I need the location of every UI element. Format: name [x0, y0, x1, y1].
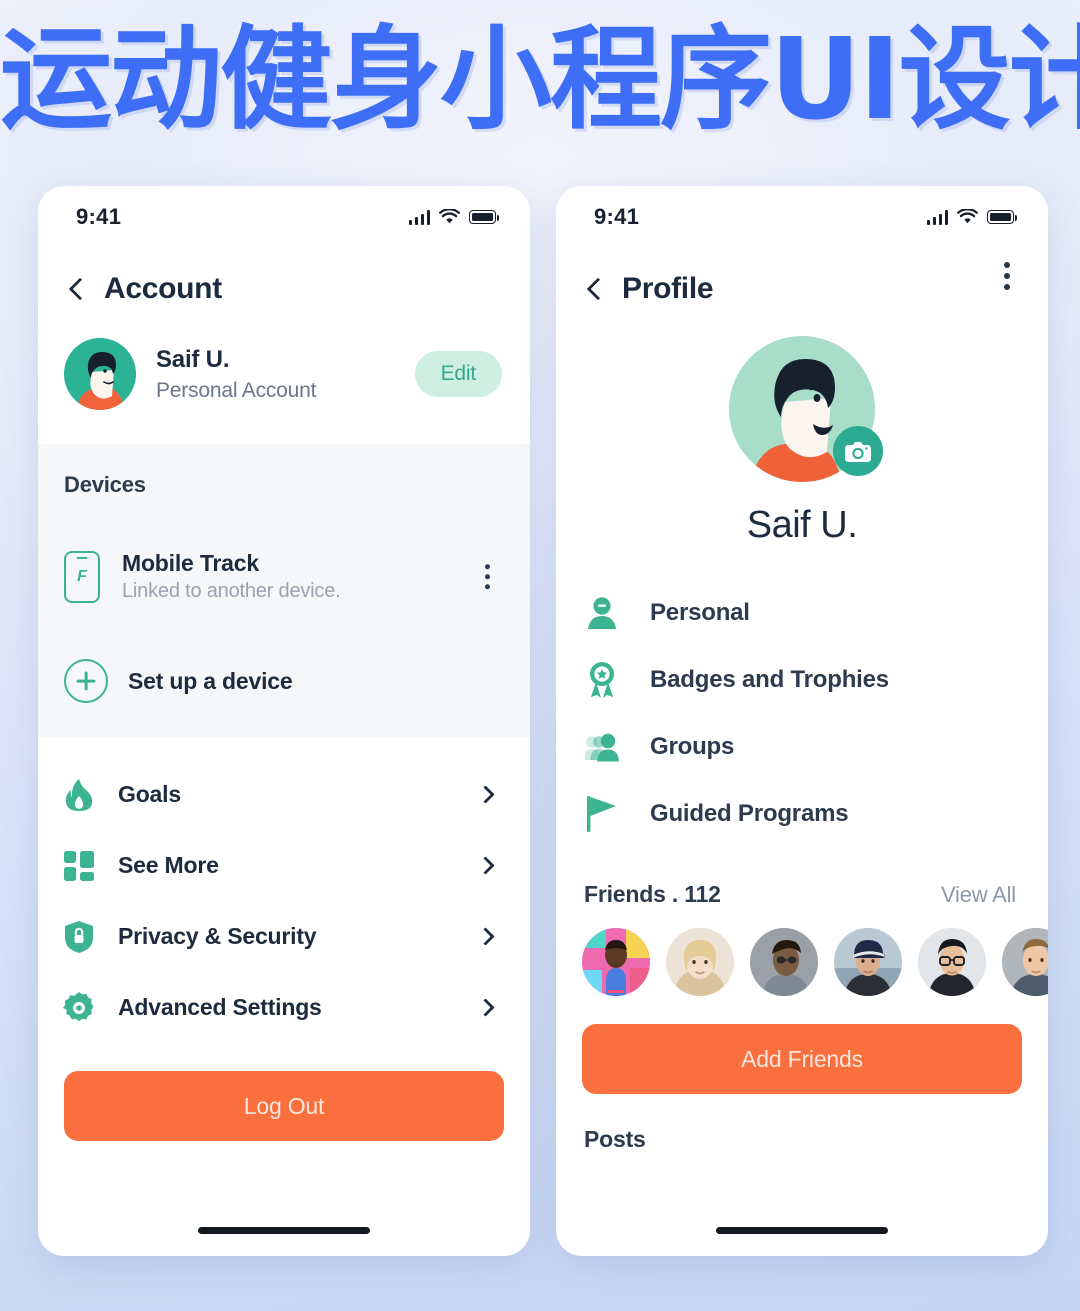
signal-icon	[408, 209, 430, 225]
plus-circle-icon	[64, 659, 108, 703]
profile-item-label: Personal	[650, 598, 750, 626]
shield-lock-icon	[62, 920, 96, 954]
status-time: 9:41	[76, 204, 122, 229]
page-title-account: Account	[104, 272, 222, 305]
posts-section-label: Posts	[584, 1126, 646, 1152]
chevron-right-icon	[476, 785, 495, 804]
account-navbar: Account	[38, 248, 530, 314]
device-brand-glyph: F	[77, 567, 87, 585]
setup-device-label: Set up a device	[128, 667, 293, 694]
devices-section: Devices F Mobile Track Linked to another…	[38, 444, 530, 737]
chevron-left-icon[interactable]	[586, 277, 610, 301]
profile-statusbar: 9:41	[556, 186, 1048, 248]
account-statusbar: 9:41	[38, 186, 530, 248]
profile-item-label: Badges and Trophies	[650, 665, 889, 693]
flag-icon	[584, 795, 620, 832]
view-all-link[interactable]: View All	[941, 882, 1016, 908]
settings-label: Advanced Settings	[118, 994, 322, 1020]
profile-item-label: Guided Programs	[650, 799, 849, 827]
settings-item-advanced-settings[interactable]: Advanced Settings	[62, 972, 500, 1043]
kebab-menu-icon[interactable]	[998, 256, 1016, 296]
profile-screen-phone: 9:41 Profile Saif U. Personal Badges and…	[556, 186, 1048, 1256]
account-screen-phone: 9:41 Account Saif U. Personal Account Ed…	[38, 186, 530, 1256]
account-name: Saif U.	[156, 345, 230, 373]
camera-icon[interactable]	[833, 426, 883, 476]
page-title: 运动健身小程序UI设计	[0, 15, 1080, 145]
page-title-profile: Profile	[622, 272, 714, 305]
person-icon	[584, 595, 620, 631]
gear-icon	[62, 991, 96, 1025]
edit-button[interactable]: Edit	[414, 351, 502, 397]
add-friends-button[interactable]: Add Friends	[582, 1024, 1022, 1094]
page-title-banner: 运动健身小程序UI设计	[0, 24, 1080, 136]
friend-avatar-3[interactable]	[750, 928, 818, 996]
device-subtitle: Linked to another device.	[122, 580, 341, 602]
chevron-left-icon[interactable]	[68, 277, 92, 301]
settings-label: Privacy & Security	[118, 923, 317, 949]
chevron-right-icon	[476, 927, 495, 946]
wifi-icon	[957, 209, 978, 224]
chevron-right-icon	[476, 998, 495, 1017]
page-root: 运动健身小程序UI设计 9:41 Account Saif U. Persona…	[0, 0, 1080, 1311]
signal-icon	[926, 209, 948, 225]
settings-label: Goals	[118, 781, 181, 807]
account-summary-row[interactable]: Saif U. Personal Account Edit	[38, 314, 530, 444]
device-text-group: Mobile Track Linked to another device.	[122, 550, 341, 603]
medal-icon	[584, 661, 620, 698]
battery-icon	[987, 210, 1018, 224]
settings-item-privacy-security[interactable]: Privacy & Security	[62, 901, 500, 972]
profile-item-badges-trophies[interactable]: Badges and Trophies	[584, 646, 1018, 713]
friend-avatar-2[interactable]	[666, 928, 734, 996]
status-time: 9:41	[594, 204, 640, 229]
logout-button[interactable]: Log Out	[64, 1071, 504, 1141]
device-title: Mobile Track	[122, 550, 259, 576]
profile-item-personal[interactable]: Personal	[584, 579, 1018, 646]
account-meta: Saif U. Personal Account	[156, 346, 395, 403]
profile-name: Saif U.	[746, 504, 858, 546]
friends-avatar-strip[interactable]	[556, 908, 1048, 996]
profile-menu-list: Personal Badges and Trophies Groups Guid…	[556, 547, 1048, 847]
home-indicator	[198, 1227, 370, 1234]
friend-avatar-4[interactable]	[834, 928, 902, 996]
grid-icon	[62, 849, 96, 883]
profile-item-label: Groups	[650, 732, 735, 760]
status-icon-group	[408, 209, 500, 225]
friend-avatar-6[interactable]	[1002, 928, 1048, 996]
settings-item-see-more[interactable]: See More	[62, 830, 500, 901]
friends-section-header: Friends . 112 View All	[556, 847, 1048, 908]
device-row-mobile-track[interactable]: F Mobile Track Linked to another device.	[64, 550, 504, 603]
profile-item-groups[interactable]: Groups	[584, 713, 1018, 780]
settings-item-goals[interactable]: Goals	[62, 759, 500, 830]
avatar[interactable]	[64, 338, 136, 410]
avatar-wrapper	[729, 336, 883, 482]
home-indicator	[716, 1227, 888, 1234]
devices-section-label: Devices	[64, 472, 146, 497]
setup-device-row[interactable]: Set up a device	[64, 659, 504, 703]
chevron-right-icon	[476, 856, 495, 875]
group-icon	[584, 729, 620, 765]
flame-icon	[62, 778, 96, 812]
friend-avatar-5[interactable]	[918, 928, 986, 996]
battery-icon	[469, 210, 500, 224]
profile-hero: Saif U.	[556, 314, 1048, 547]
account-settings-list: Goals See More Privacy & Security Advanc…	[38, 737, 530, 1043]
friend-avatar-1[interactable]	[582, 928, 650, 996]
friends-title: Friends . 112	[584, 881, 721, 907]
account-subtitle: Personal Account	[156, 378, 317, 402]
kebab-menu-icon[interactable]	[479, 558, 497, 596]
settings-label: See More	[118, 852, 219, 878]
profile-item-guided-programs[interactable]: Guided Programs	[584, 780, 1018, 847]
status-icon-group	[926, 209, 1018, 225]
mobile-phone-icon: F	[64, 550, 100, 603]
wifi-icon	[439, 209, 460, 224]
profile-navbar: Profile	[556, 248, 1048, 314]
